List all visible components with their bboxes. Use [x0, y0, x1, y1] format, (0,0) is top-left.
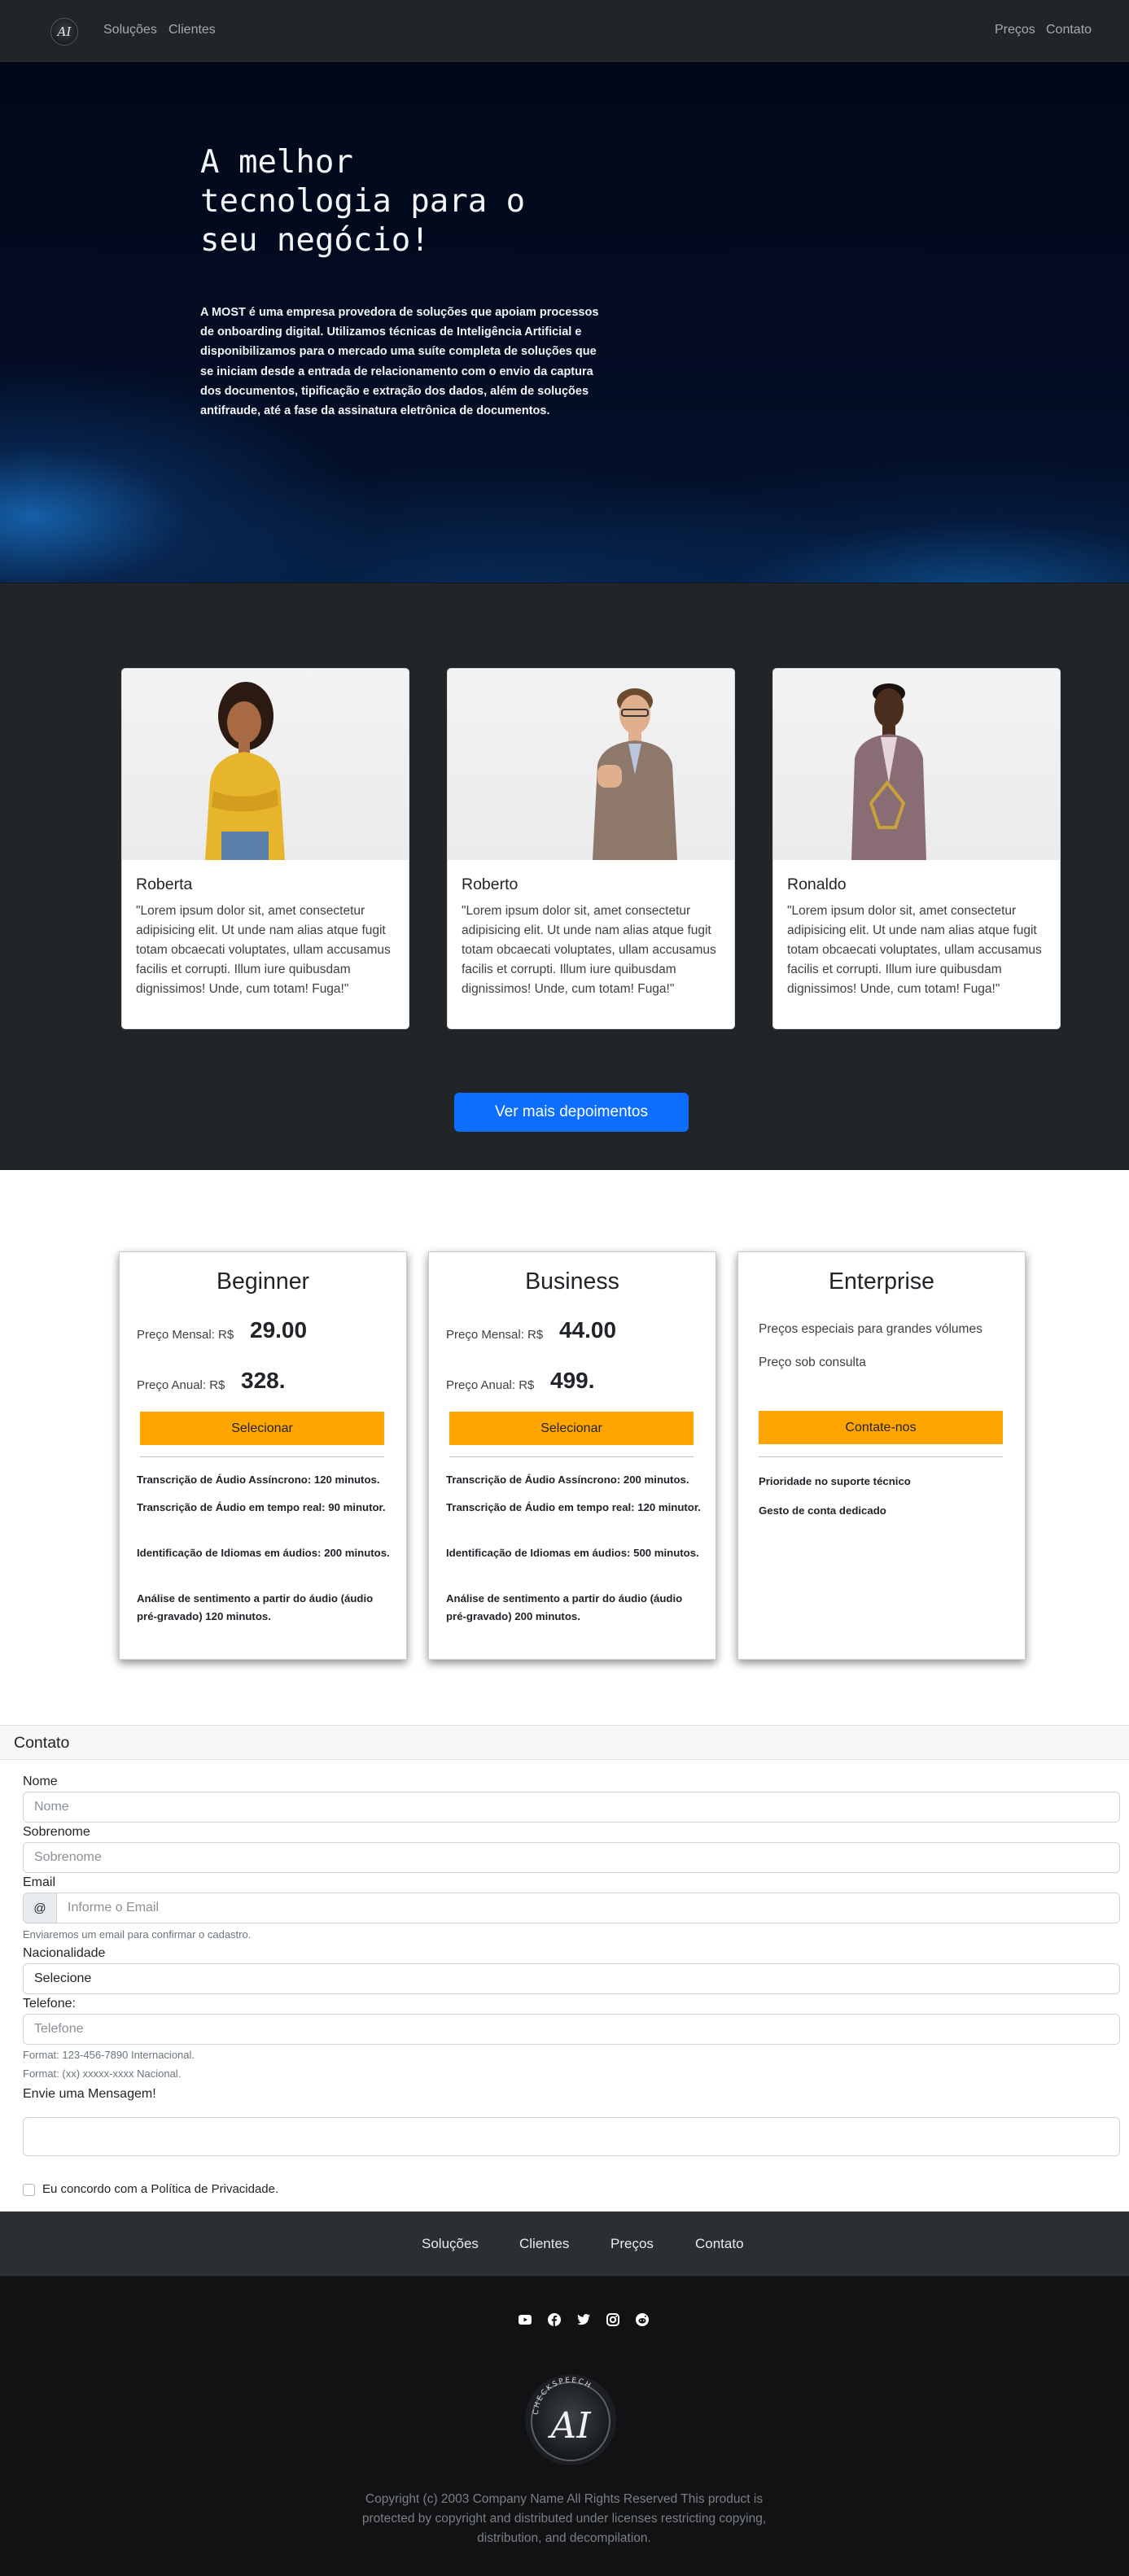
divider: [140, 1456, 384, 1457]
hero-title: A melhor tecnologia para o seu negócio!: [200, 144, 526, 259]
plan-feature: Transcrição de Áudio Assíncrono: 120 min…: [137, 1474, 380, 1486]
nationality-select[interactable]: Selecione: [23, 1963, 1120, 1994]
plan-feature: Gesto de conta dedicado: [759, 1504, 886, 1517]
annual-price-label: Preço Anual: R$: [446, 1378, 535, 1392]
person-photo: [122, 669, 409, 860]
last-name-label: Sobrenome: [23, 1825, 90, 1839]
testimonial-card: Roberto "Lorem ipsum dolor sit, amet con…: [447, 668, 735, 1029]
privacy-checkbox[interactable]: [23, 2184, 35, 2196]
svg-text:AI: AI: [547, 2405, 592, 2447]
monthly-price-value: 44.00: [559, 1317, 617, 1343]
footer-link-precos[interactable]: Preços: [610, 2236, 654, 2252]
testimonial-name: Roberto: [462, 875, 519, 893]
annual-price-label: Preço Anual: R$: [137, 1378, 225, 1392]
phone-help-national: Format: (xx) xxxxx-xxxx Nacional.: [23, 2067, 182, 2080]
contact-title: Contato: [14, 1734, 70, 1752]
more-testimonials-button[interactable]: Ver mais depoimentos: [454, 1093, 689, 1132]
twitter-icon[interactable]: [575, 2311, 593, 2329]
plan-description: Preço sob consulta: [759, 1356, 866, 1369]
plan-feature: Transcrição de Áudio em tempo real: 90 m…: [137, 1501, 386, 1513]
plan-feature: Transcrição de Áudio em tempo real: 120 …: [446, 1501, 701, 1513]
email-help-text: Enviaremos um email para confirmar o cad…: [23, 1928, 252, 1941]
message-label: Envie uma Mensagem!: [23, 2087, 156, 2101]
nav-link-solucoes[interactable]: Soluções: [103, 23, 157, 37]
facebook-icon[interactable]: [545, 2311, 563, 2329]
testimonial-name: Ronaldo: [787, 875, 847, 893]
pricing-card-enterprise: Enterprise Preços especiais para grandes…: [737, 1251, 1026, 1660]
annual-price-value: 499.: [550, 1368, 595, 1393]
plan-title: Business: [525, 1268, 619, 1295]
first-name-input[interactable]: [23, 1792, 1120, 1823]
testimonial-name: Roberta: [136, 875, 193, 893]
nav-link-contato[interactable]: Contato: [1046, 23, 1092, 37]
phone-label: Telefone:: [23, 1997, 76, 2011]
hero-section: A melhor tecnologia para o seu negócio! …: [0, 62, 1129, 583]
plan-feature: Prioridade no suporte técnico: [759, 1475, 911, 1487]
plan-feature: Transcrição de Áudio Assíncrono: 200 min…: [446, 1474, 689, 1486]
testimonial-quote: "Lorem ipsum dolor sit, amet consectetur…: [462, 904, 716, 996]
nationality-label: Nacionalidade: [23, 1946, 106, 1960]
ai-logo-icon[interactable]: AI: [50, 18, 78, 46]
person-photo: [448, 669, 734, 860]
pricing-card-beginner: Beginner Preço Mensal: R$ 29.00 Preço An…: [119, 1251, 407, 1660]
footer: CHECKSPEECH AI Copyright (c) 2003 Compan…: [0, 2277, 1129, 2576]
plan-title: Beginner: [216, 1268, 310, 1295]
plan-description: Preços especiais para grandes vólumes: [759, 1322, 982, 1336]
instagram-icon[interactable]: [604, 2311, 622, 2329]
testimonials-section: Roberta "Lorem ipsum dolor sit, amet con…: [0, 583, 1129, 1170]
contact-header: Contato: [0, 1725, 1129, 1760]
plan-feature: Identificação de Idiomas em áudios: 500 …: [446, 1547, 699, 1559]
plan-feature: Análise de sentimento a partir do áudio …: [446, 1592, 683, 1622]
monthly-price-label: Preço Mensal: R$: [137, 1328, 234, 1342]
testimonial-card: Ronaldo "Lorem ipsum dolor sit, amet con…: [772, 668, 1061, 1029]
youtube-icon[interactable]: [516, 2311, 534, 2329]
email-label: Email: [23, 1875, 56, 1889]
person-photo: [773, 669, 1060, 860]
monthly-price-value: 29.00: [250, 1317, 308, 1343]
footer-link-clientes[interactable]: Clientes: [519, 2236, 569, 2252]
footer-link-solucoes[interactable]: Soluções: [422, 2236, 479, 2252]
divider: [449, 1456, 694, 1457]
footer-nav: Soluções Clientes Preços Contato: [0, 2211, 1129, 2277]
select-plan-button[interactable]: Selecionar: [140, 1412, 384, 1445]
footer-link-contato[interactable]: Contato: [695, 2236, 744, 2252]
plan-feature: Identificação de Idiomas em áudios: 200 …: [137, 1547, 390, 1559]
hero-description: A MOST é uma empresa provedora de soluçõ…: [200, 306, 599, 418]
privacy-label[interactable]: Eu concordo com a Política de Privacidad…: [42, 2182, 278, 2196]
contact-section: Contato Nome Sobrenome Email @ Enviaremo…: [0, 1725, 1129, 2211]
monthly-price-label: Preço Mensal: R$: [446, 1328, 544, 1342]
email-input[interactable]: [56, 1893, 1120, 1923]
first-name-label: Nome: [23, 1775, 58, 1788]
testimonial-quote: "Lorem ipsum dolor sit, amet consectetur…: [136, 904, 391, 996]
pricing-card-business: Business Preço Mensal: R$ 44.00 Preço An…: [428, 1251, 716, 1660]
phone-input[interactable]: [23, 2014, 1120, 2045]
divider: [759, 1456, 1003, 1457]
checkspeech-ai-logo: CHECKSPEECH AI: [523, 2364, 618, 2467]
testimonial-quote: "Lorem ipsum dolor sit, amet consectetur…: [787, 904, 1042, 996]
nationality-selected-value: Selecione: [34, 1971, 92, 1985]
annual-price-value: 328.: [241, 1368, 286, 1393]
plan-title: Enterprise: [829, 1268, 934, 1295]
contact-us-button[interactable]: Contate-nos: [759, 1411, 1003, 1444]
last-name-input[interactable]: [23, 1842, 1120, 1873]
email-prefix: @: [23, 1893, 57, 1923]
copyright-text: Copyright (c) 2003 Company Name All Righ…: [361, 2492, 767, 2545]
reddit-icon[interactable]: [633, 2311, 651, 2329]
message-textarea[interactable]: [23, 2117, 1120, 2156]
navbar: AI Soluções Clientes Preços Contato: [0, 0, 1129, 62]
nav-link-precos[interactable]: Preços: [995, 23, 1035, 37]
testimonial-card: Roberta "Lorem ipsum dolor sit, amet con…: [121, 668, 409, 1029]
nav-link-clientes[interactable]: Clientes: [168, 23, 216, 37]
select-plan-button[interactable]: Selecionar: [449, 1412, 694, 1445]
plan-feature: Análise de sentimento a partir do áudio …: [137, 1592, 374, 1622]
phone-help-international: Format: 123-456-7890 Internacional.: [23, 2049, 195, 2061]
